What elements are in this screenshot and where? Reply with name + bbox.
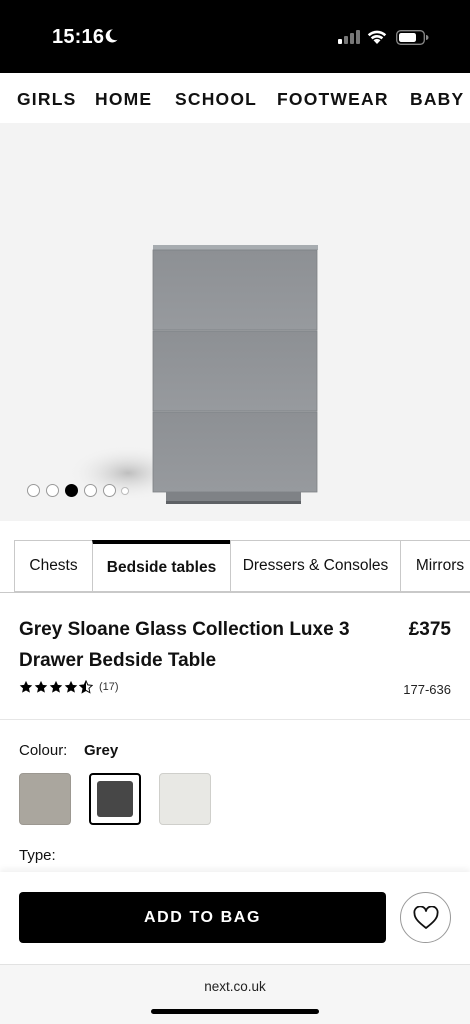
url-text[interactable]: next.co.uk [0, 979, 470, 994]
wifi-icon [366, 28, 388, 50]
moon-icon [103, 28, 119, 49]
carousel-dot[interactable] [103, 484, 116, 497]
heart-icon [412, 905, 439, 929]
tab-bedside-tables[interactable]: Bedside tables [92, 540, 230, 592]
colour-swatch-white[interactable] [159, 773, 211, 825]
star-icon [19, 680, 33, 693]
colour-label: Colour: [19, 742, 68, 759]
nav-item-school[interactable]: SCHOOL [175, 89, 257, 110]
carousel-dots [27, 484, 128, 497]
browser-url-bar[interactable]: next.co.uk [0, 964, 470, 1024]
swatch-fill [97, 781, 133, 817]
tabs-divider [0, 592, 470, 593]
nav-item-baby[interactable]: BABY [410, 89, 464, 110]
product-price: £375 [408, 619, 451, 640]
battery-icon [396, 30, 429, 50]
nav-item-girls[interactable]: GIRLS [17, 89, 76, 110]
star-icon [34, 680, 48, 693]
colour-swatch-taupe[interactable] [19, 773, 71, 825]
carousel-dot[interactable] [122, 487, 128, 494]
star-rating [19, 680, 93, 694]
type-label: Type: [19, 847, 56, 864]
cellular-signal-icon [338, 30, 360, 49]
product-title: Grey Sloane Glass Collection Luxe 3 Draw… [19, 619, 350, 671]
product-image [68, 245, 318, 504]
section-divider [0, 719, 470, 720]
product-sku: 177-636 [403, 682, 451, 697]
colour-value: Grey [84, 742, 119, 759]
carousel-dot[interactable] [27, 484, 40, 497]
add-to-bag-button[interactable]: ADD TO BAG [19, 892, 386, 943]
carousel-dot[interactable] [46, 484, 59, 497]
colour-swatch-grey-selected[interactable] [89, 773, 141, 825]
home-indicator[interactable] [151, 1009, 319, 1014]
tab-chests[interactable]: Chests [14, 540, 92, 592]
carousel-dot-active[interactable] [65, 484, 78, 497]
product-image-carousel[interactable] [0, 123, 470, 521]
review-count[interactable]: (17) [99, 681, 119, 693]
star-icon [49, 680, 63, 693]
tab-dressers-consoles[interactable]: Dressers & Consoles [230, 540, 400, 592]
status-bar: 15:16 [0, 0, 470, 73]
product-rating[interactable]: (17) [19, 680, 119, 694]
status-time: 15:16 [52, 26, 105, 48]
half-star-icon [79, 680, 93, 694]
category-nav: GIRLS HOME SCHOOL FOOTWEAR BABY [0, 73, 470, 123]
star-icon [64, 680, 78, 693]
tab-mirrors[interactable]: Mirrors [400, 540, 470, 592]
nav-item-home[interactable]: HOME [95, 89, 152, 110]
nav-item-footwear[interactable]: FOOTWEAR [277, 89, 389, 110]
carousel-dot[interactable] [84, 484, 97, 497]
add-to-bag-bar: ADD TO BAG [0, 872, 470, 964]
favourite-button[interactable] [400, 892, 451, 943]
category-tabs: Chests Bedside tables Dressers & Console… [14, 540, 470, 592]
